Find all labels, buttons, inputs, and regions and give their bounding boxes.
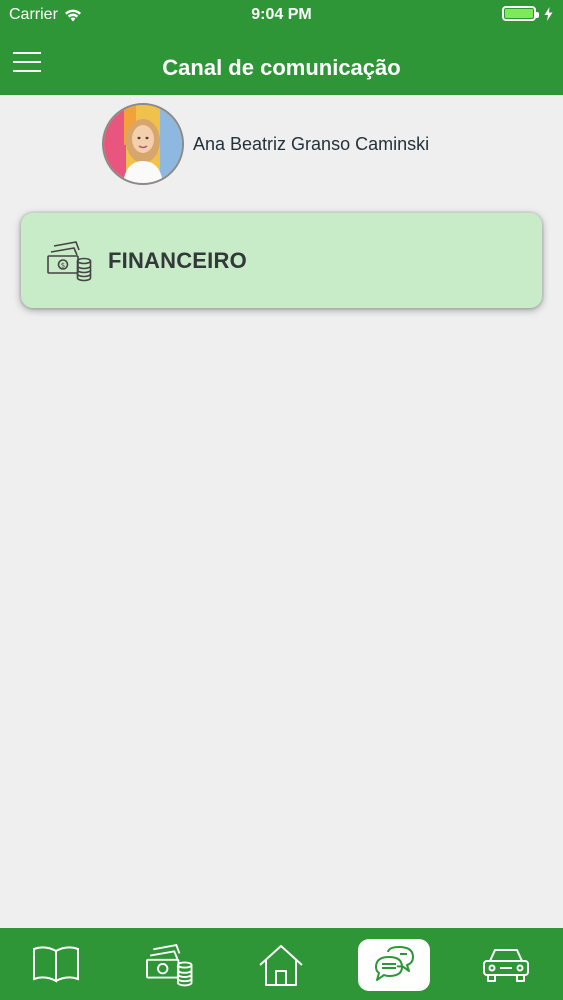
book-icon (33, 946, 79, 983)
avatar-image (104, 105, 182, 183)
tab-finance[interactable] (133, 939, 205, 991)
charging-bolt-icon (544, 6, 553, 21)
avatar[interactable] (102, 103, 184, 185)
status-bar: Carrier 9:04 PM (0, 0, 563, 30)
financeiro-card[interactable]: $ FINANCEIRO (21, 213, 542, 308)
money-icon (146, 944, 193, 987)
battery-indicator (502, 6, 553, 21)
tab-car[interactable] (470, 939, 542, 991)
financeiro-label: FINANCEIRO (108, 247, 247, 273)
menu-line (13, 52, 41, 54)
student-profile: Ana Beatriz Granso Caminski (102, 102, 429, 186)
battery-icon (502, 6, 539, 21)
home-icon (259, 945, 303, 986)
tab-chat[interactable] (358, 939, 430, 991)
bottom-tab-bar (0, 928, 563, 1000)
tab-home[interactable] (245, 939, 317, 991)
tab-book[interactable] (20, 939, 92, 991)
chat-icon (375, 946, 414, 981)
student-name: Ana Beatriz Granso Caminski (193, 133, 430, 154)
app-header: Carrier 9:04 PM Canal de comunicação (0, 0, 563, 95)
car-icon (483, 949, 529, 982)
money-icon: $ (47, 240, 92, 281)
svg-text:$: $ (61, 261, 65, 269)
page-title: Canal de comunicação (162, 55, 401, 80)
status-time: 9:04 PM (251, 6, 312, 23)
